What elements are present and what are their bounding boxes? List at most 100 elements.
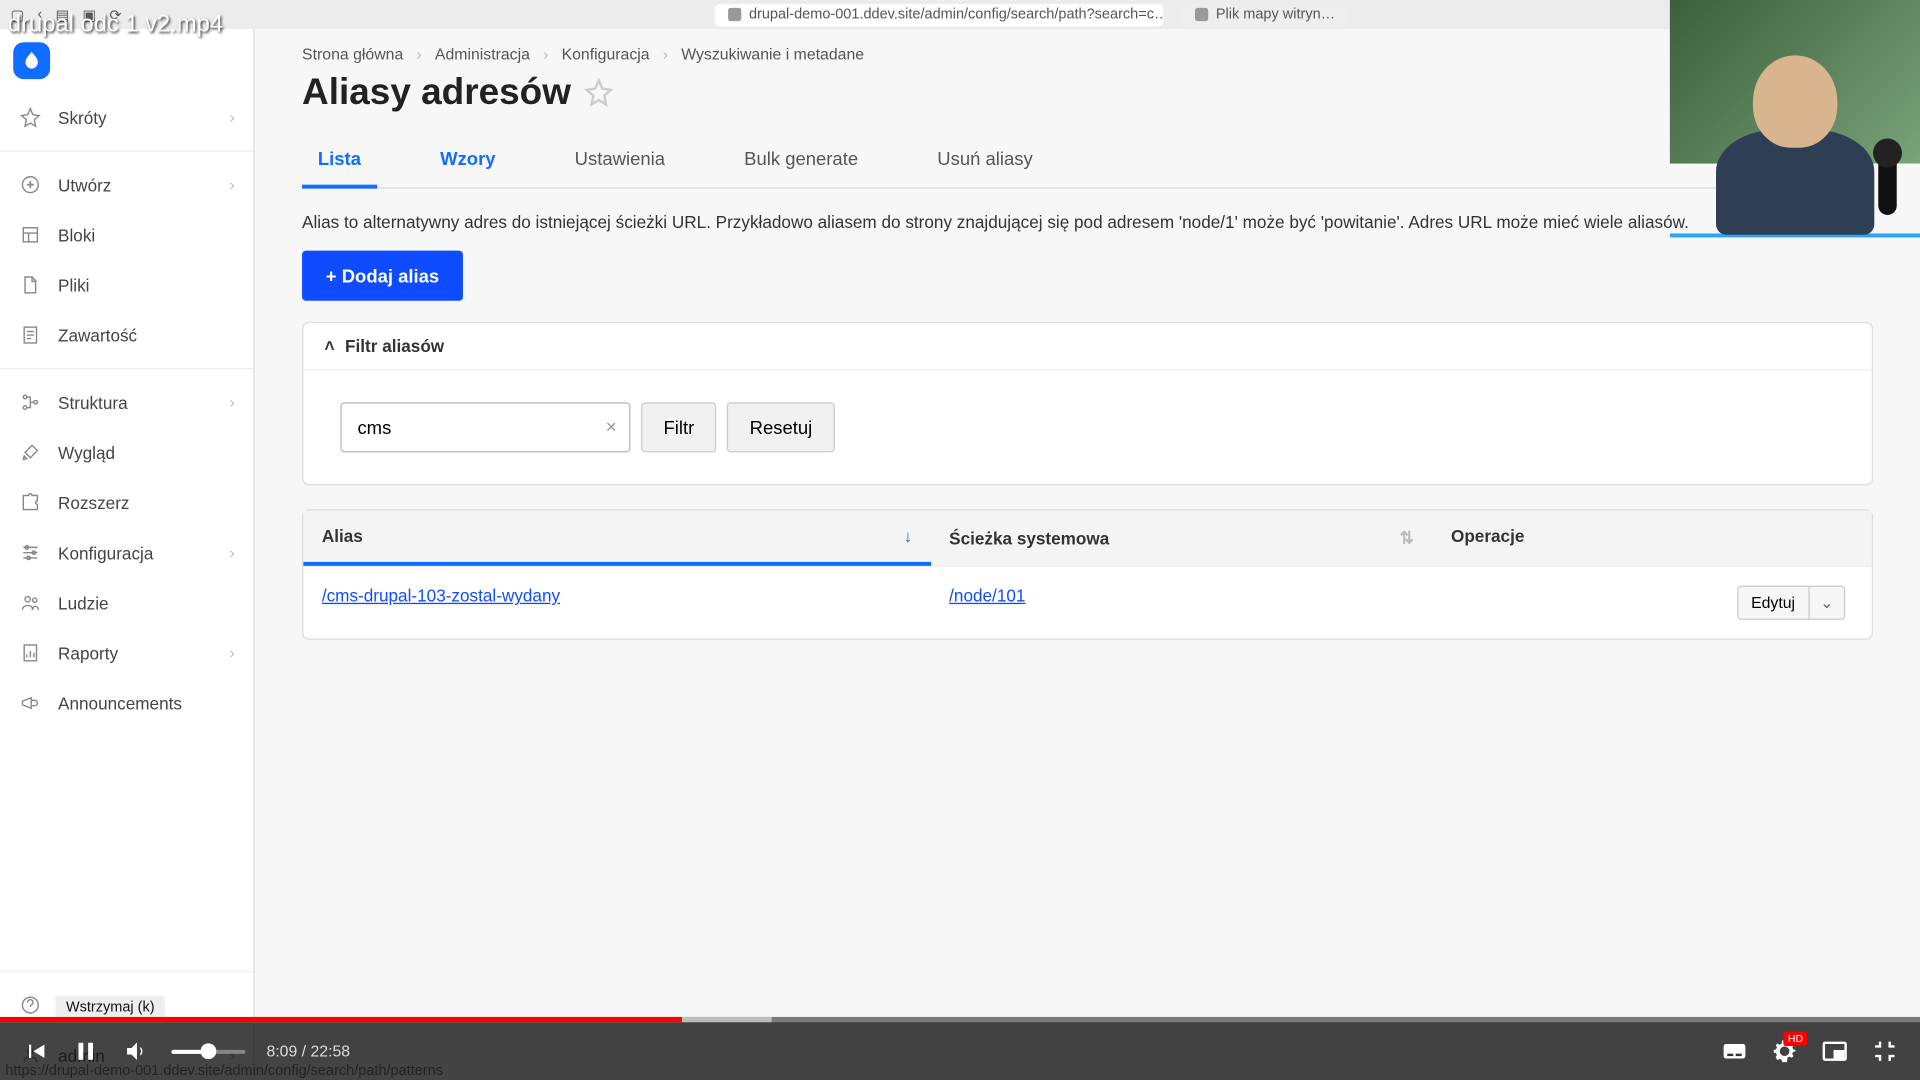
chevron-right-icon: ›	[230, 175, 235, 193]
chevron-up-icon: ˄	[324, 336, 334, 356]
drupal-logo-icon[interactable]	[13, 42, 50, 79]
sidebar-item-label: Rozszerz	[58, 493, 235, 513]
tab-lista[interactable]: Lista	[302, 135, 377, 189]
add-alias-button[interactable]: + Dodaj alias	[302, 251, 463, 301]
chevron-right-icon: ›	[230, 108, 235, 126]
prev-icon[interactable]	[21, 1037, 50, 1066]
tab-bulk-generate[interactable]: Bulk generate	[728, 135, 874, 188]
file-icon	[18, 273, 42, 297]
filter-button[interactable]: Filtr	[641, 402, 717, 452]
favicon-icon	[728, 8, 741, 21]
help-icon	[18, 993, 42, 1017]
browser-tab-active[interactable]: drupal-demo-001.ddev.site/admin/config/s…	[715, 3, 1163, 25]
webcam-overlay	[1670, 0, 1920, 237]
sidebar-item-label: Struktura	[58, 392, 214, 412]
hd-badge: HD	[1784, 1031, 1807, 1046]
sidebar-item-label: Skróty	[58, 107, 214, 127]
col-header-alias[interactable]: Alias ↓	[303, 510, 930, 565]
filter-input[interactable]	[340, 402, 630, 452]
table-header-row: Alias ↓ Ścieżka systemowa ⇅ Operacje	[303, 510, 1871, 565]
sidebar-item-zawartość[interactable]: Zawartość	[0, 310, 253, 360]
sidebar-item-pliki[interactable]: Pliki	[0, 260, 253, 310]
sidebar-item-skróty[interactable]: Skróty ›	[0, 92, 253, 142]
doc-icon	[18, 323, 42, 347]
edit-label: Edytuj	[1738, 587, 1808, 619]
report-icon	[18, 641, 42, 665]
tree-icon	[18, 390, 42, 414]
miniplayer-icon[interactable]	[1820, 1037, 1849, 1066]
clear-input-icon[interactable]: ✕	[605, 419, 617, 436]
chevron-right-icon: ›	[230, 393, 235, 411]
tab-wzory[interactable]: Wzory	[424, 135, 511, 188]
alias-link[interactable]: /cms-drupal-103-zostal-wydany	[322, 586, 560, 606]
sidebar-item-utwórz[interactable]: Utwórz ›	[0, 160, 253, 210]
col-label: Ścieżka systemowa	[949, 528, 1109, 548]
edit-dropdown-button[interactable]: Edytuj⌄	[1737, 586, 1846, 620]
sidebar-item-struktura[interactable]: Struktura ›	[0, 377, 253, 427]
col-header-system[interactable]: Ścieżka systemowa ⇅	[931, 510, 1433, 565]
alias-table: Alias ↓ Ścieżka systemowa ⇅ Operacje /cm…	[302, 509, 1873, 640]
system-path-link[interactable]: /node/101	[949, 586, 1025, 606]
page-title: Aliasy adresów	[302, 71, 571, 113]
layout-icon	[18, 223, 42, 247]
filter-toggle[interactable]: ˄ Filtr aliasów	[303, 323, 1871, 370]
favorite-star-icon[interactable]	[584, 78, 613, 107]
sidebar-item-wygląd[interactable]: Wygląd	[0, 427, 253, 477]
tab-label: drupal-demo-001.ddev.site/admin/config/s…	[749, 7, 1163, 23]
sidebar-item-rozszerz[interactable]: Rozszerz	[0, 477, 253, 527]
volume-icon[interactable]	[121, 1037, 150, 1066]
chevron-down-icon[interactable]: ⌄	[1808, 587, 1844, 619]
time-display: 8:09 / 22:58	[266, 1042, 350, 1060]
puzzle-icon	[18, 491, 42, 515]
sidebar-item-label: Konfiguracja	[58, 543, 214, 563]
volume-slider[interactable]	[171, 1049, 245, 1053]
sidebar-item-bloki[interactable]: Bloki	[0, 210, 253, 260]
sidebar-item-raporty[interactable]: Raporty ›	[0, 628, 253, 678]
reset-button[interactable]: Resetuj	[727, 402, 834, 452]
browser-tab-bar: ▢ ‹ ▤ ▣ ⟳ drupal-demo-001.ddev.site/admi…	[0, 0, 1920, 29]
exit-fullscreen-icon[interactable]	[1870, 1037, 1899, 1066]
settings-icon[interactable]: HD	[1770, 1037, 1799, 1066]
crumb[interactable]: Wyszukiwanie i metadane	[681, 45, 864, 63]
browser-tab[interactable]: Plik mapy witryn…	[1182, 3, 1349, 25]
tab-usuń-aliasy[interactable]: Usuń aliasy	[921, 135, 1048, 188]
plus-circle-icon	[18, 173, 42, 197]
sidebar-item-label: Announcements	[58, 693, 235, 713]
sidebar-item-konfiguracja[interactable]: Konfiguracja ›	[0, 528, 253, 578]
volume-thumb[interactable]	[200, 1043, 216, 1059]
page-description: Alias to alternatywny adres do istniejąc…	[302, 212, 1873, 232]
pause-icon[interactable]	[71, 1037, 100, 1066]
sidebar-item-label: Ludzie	[58, 593, 235, 613]
chevron-right-icon: ›	[416, 45, 421, 63]
chevron-right-icon: ›	[663, 45, 668, 63]
col-header-ops: Operacje	[1433, 510, 1872, 565]
star-icon	[18, 106, 42, 130]
favicon-icon	[1195, 8, 1208, 21]
tab-label: Plik mapy witryn…	[1216, 7, 1335, 23]
microphone-icon	[1878, 152, 1896, 215]
sidebar-item-ludzie[interactable]: Ludzie	[0, 578, 253, 628]
sidebar-item-label: Utwórz	[58, 175, 214, 195]
sidebar-item-label: Zawartość	[58, 325, 235, 345]
progress-track[interactable]	[0, 1017, 1920, 1022]
sort-icon: ⇅	[1400, 528, 1414, 549]
chevron-right-icon: ›	[230, 543, 235, 561]
crumb[interactable]: Administracja	[435, 45, 530, 63]
chevron-right-icon: ›	[543, 45, 548, 63]
progress-played	[0, 1017, 682, 1022]
megaphone-icon	[18, 691, 42, 715]
crumb[interactable]: Strona główna	[302, 45, 403, 63]
sidebar-item-label: Pliki	[58, 275, 235, 295]
crumb[interactable]: Konfiguracja	[562, 45, 650, 63]
sidebar-item-label: Raporty	[58, 643, 214, 663]
sliders-icon	[18, 541, 42, 565]
breadcrumb: Strona główna › Administracja › Konfigur…	[302, 45, 1873, 63]
video-file-title: drupal odc 1 v2.mp4	[8, 11, 223, 39]
video-player-bar: Wstrzymaj (k) 8:09 / 22:58	[0, 1017, 1920, 1080]
chevron-right-icon: ›	[230, 644, 235, 662]
tab-ustawienia[interactable]: Ustawienia	[559, 135, 681, 188]
table-row: /cms-drupal-103-zostal-wydany/node/101 Ed…	[303, 566, 1871, 639]
page-tabs: Lista Wzory Ustawienia Bulk generate Usuń al…	[302, 135, 1873, 189]
sidebar-item-announcements[interactable]: Announcements	[0, 678, 253, 728]
subtitles-icon[interactable]	[1720, 1037, 1749, 1066]
